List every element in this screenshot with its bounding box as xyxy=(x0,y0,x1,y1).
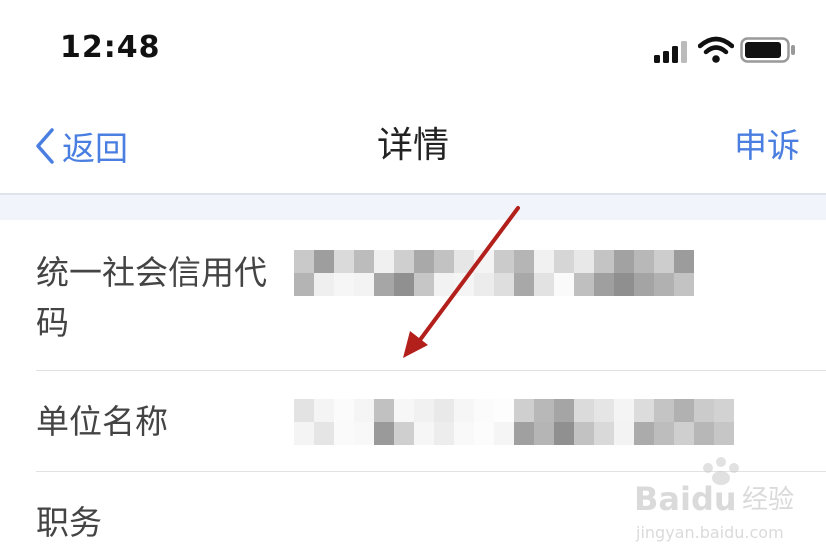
watermark-url: jingyan.baidu.com xyxy=(635,523,784,542)
nav-bar: 返回 详情 申诉 xyxy=(0,100,826,193)
cellular-signal-icon xyxy=(654,41,687,63)
wifi-icon xyxy=(698,36,734,63)
battery-icon xyxy=(740,37,795,63)
section-separator xyxy=(0,195,826,220)
status-time: 12:48 xyxy=(60,30,161,65)
redacted-value xyxy=(294,250,694,296)
page-title: 详情 xyxy=(376,125,449,166)
appeal-button[interactable]: 申诉 xyxy=(734,122,800,170)
field-label: 统一社会信用代码 xyxy=(36,253,267,342)
baidu-watermark: Baidu 经验 jingyan.baidu.com xyxy=(634,457,794,542)
list-item: 统一社会信用代码 xyxy=(0,220,826,370)
field-label: 单位名称 xyxy=(36,402,168,441)
field-label: 职务 xyxy=(36,503,102,542)
redacted-value xyxy=(294,399,734,445)
watermark-brand-cn: 经验 xyxy=(742,485,794,515)
status-bar: 12:48 xyxy=(0,0,826,100)
watermark-brand: Baidu xyxy=(634,480,737,518)
